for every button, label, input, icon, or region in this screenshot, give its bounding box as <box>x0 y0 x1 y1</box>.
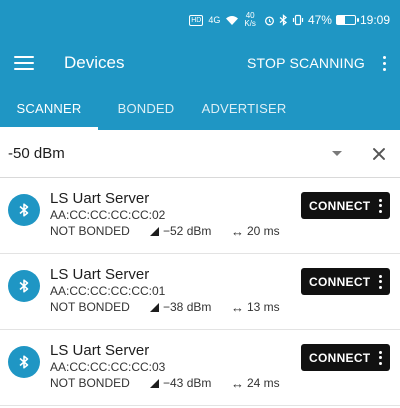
rssi-filter: -50 dBm <box>0 130 400 178</box>
connect-label: CONNECT <box>309 350 371 365</box>
active-tab-indicator <box>0 127 98 130</box>
app-bar: Devices STOP SCANNING <box>0 40 400 86</box>
rssi-value: −43 dBm <box>163 376 212 390</box>
status-bar: HD 4G 40 K/s 47% 19:09 <box>0 0 400 40</box>
dropdown-arrow-icon[interactable] <box>332 151 342 156</box>
device-row[interactable]: LS Uart Server AA:CC:CC:CC:CC:01 NOT BON… <box>0 254 400 330</box>
bluetooth-icon <box>8 270 40 302</box>
bond-state: NOT BONDED <box>50 376 130 390</box>
tab-scanner[interactable]: SCANNER <box>0 86 98 130</box>
signal-strength-icon <box>150 227 159 236</box>
interval-icon: ↔ <box>231 224 244 239</box>
signal-strength-icon <box>150 303 159 312</box>
connect-button[interactable]: CONNECT <box>301 192 390 219</box>
device-meta: NOT BONDED −52 dBm ↔ 20 ms <box>50 223 390 240</box>
network-speed: 40 K/s <box>244 12 256 28</box>
vibrate-icon <box>292 14 304 26</box>
bluetooth-status-icon <box>279 14 287 26</box>
signal-strength-icon <box>150 379 159 388</box>
connect-label: CONNECT <box>309 198 371 213</box>
close-icon[interactable] <box>372 147 386 161</box>
more-vert-icon[interactable] <box>379 198 382 213</box>
hd-icon: HD <box>189 14 204 26</box>
bond-state: NOT BONDED <box>50 300 130 314</box>
rssi-filter-value[interactable]: -50 dBm <box>8 145 332 162</box>
device-row[interactable]: LS Uart Server AA:CC:CC:CC:CC:02 NOT BON… <box>0 178 400 254</box>
stop-scanning-button[interactable]: STOP SCANNING <box>247 55 365 71</box>
alarm-icon <box>264 15 274 25</box>
connect-label: CONNECT <box>309 274 371 289</box>
rssi-value: −38 dBm <box>163 300 212 314</box>
tab-advertiser[interactable]: ADVERTISER <box>194 86 294 130</box>
hamburger-menu-icon[interactable] <box>14 56 34 70</box>
interval-icon: ↔ <box>231 376 244 391</box>
battery-level <box>336 16 346 24</box>
interval-value: 20 ms <box>247 224 280 238</box>
speed-unit: K/s <box>244 19 256 28</box>
interval-icon: ↔ <box>231 300 244 315</box>
more-vert-icon[interactable] <box>379 274 382 289</box>
interval-value: 24 ms <box>247 376 280 390</box>
bluetooth-icon <box>8 194 40 226</box>
clock: 19:09 <box>359 13 390 27</box>
battery-icon <box>335 15 359 25</box>
device-row[interactable]: LS Uart Server AA:CC:CC:CC:CC:03 NOT BON… <box>0 330 400 406</box>
rssi-value: −52 dBm <box>163 224 212 238</box>
bond-state: NOT BONDED <box>50 224 130 238</box>
tab-bonded[interactable]: BONDED <box>98 86 194 130</box>
more-vert-icon[interactable] <box>383 55 386 71</box>
interval-value: 13 ms <box>247 300 280 314</box>
page-title: Devices <box>64 53 125 72</box>
connect-button[interactable]: CONNECT <box>301 268 390 295</box>
device-meta: NOT BONDED −43 dBm ↔ 24 ms <box>50 375 390 392</box>
status-right: 47% 19:09 <box>264 13 390 27</box>
battery-percent: 47% <box>307 13 332 27</box>
connect-button[interactable]: CONNECT <box>301 344 390 371</box>
status-left: HD 4G 40 K/s <box>189 12 256 28</box>
bluetooth-icon <box>8 346 40 378</box>
network-label: 4G <box>208 15 221 25</box>
more-vert-icon[interactable] <box>379 350 382 365</box>
device-meta: NOT BONDED −38 dBm ↔ 13 ms <box>50 299 390 316</box>
tab-bar: SCANNER BONDED ADVERTISER <box>0 86 400 130</box>
wifi-icon <box>226 15 239 25</box>
device-list: LS Uart Server AA:CC:CC:CC:CC:02 NOT BON… <box>0 178 400 406</box>
